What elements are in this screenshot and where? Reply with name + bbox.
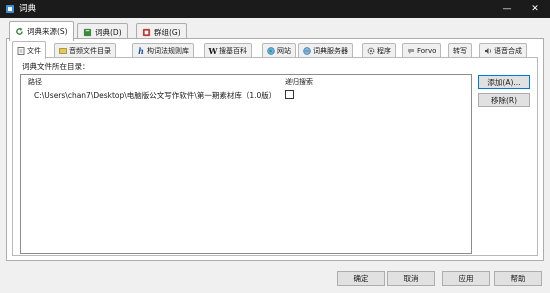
ok-button[interactable]: 确定 [337,271,385,286]
tab-text-to-speech[interactable]: 语音合成 [479,43,527,58]
gear-icon [367,47,375,55]
directory-list[interactable] [20,74,472,254]
tab-label: 词典来源(S) [27,27,68,36]
server-icon [303,47,311,55]
tab-label: 词典(D) [95,27,122,37]
close-button[interactable]: ✕ [526,2,544,16]
book-icon [83,28,92,36]
tab-label: 群组(G) [154,27,181,37]
tab-programs[interactable]: 程序 [362,43,396,58]
minimize-button[interactable]: — [498,2,516,16]
directory-label: 词典文件所在目录： [22,62,90,71]
table-row-path[interactable]: C:\Users\chan7\Desktop\电脑版公文写作软件\第一期素材库（… [34,90,276,101]
tab-dictionary-sources[interactable]: 词典来源(S) [9,21,74,41]
tab-audio-dirs[interactable]: 音频文件目录 [54,43,116,58]
add-button[interactable]: 添加(A)... [478,75,530,89]
tab-label: 语音合成 [494,47,522,55]
tab-wikipedia[interactable]: W 搜基百科 [204,43,252,58]
audio-icon [59,47,67,55]
apply-button[interactable]: 应用 [442,271,490,286]
tab-morphology[interactable]: h 构词法规则库 [132,43,194,58]
recursive-checkbox[interactable] [285,90,294,99]
tab-files[interactable]: 文件 [12,41,46,59]
window-title: 词典 [19,4,37,14]
column-header-path[interactable]: 路径 [28,77,42,87]
speaker-icon [484,47,492,55]
tab-label: 程序 [377,47,391,55]
globe-icon [267,47,275,55]
app-icon [6,5,14,13]
column-header-recursive[interactable]: 递归搜索 [285,77,313,87]
tab-label: 词典服务器 [313,47,348,55]
tab-transliteration[interactable]: 转写 [448,43,472,58]
group-icon [142,28,151,36]
cancel-button[interactable]: 取消 [387,271,435,286]
remove-button[interactable]: 移除(R) [478,93,530,107]
tab-label: 搜基百科 [219,47,247,55]
tab-label: 转写 [453,47,467,55]
tab-label: Forvo [417,47,437,55]
title-bar: 词典 — ✕ [0,0,550,18]
tab-label: 音频文件目录 [69,47,111,55]
tab-websites[interactable]: 网站 [262,43,296,58]
w-icon: W [208,46,218,56]
tab-label: 构词法规则库 [147,47,189,55]
tab-label: 文件 [27,46,41,55]
h-icon: h [138,46,144,56]
help-button[interactable]: 帮助 [494,271,542,286]
file-icon [17,46,25,55]
tab-dict-servers[interactable]: 词典服务器 [298,43,353,58]
tab-label: 网站 [277,47,291,55]
forvo-icon [407,47,415,55]
refresh-icon [16,27,23,35]
tab-forvo[interactable]: Forvo [402,43,442,58]
